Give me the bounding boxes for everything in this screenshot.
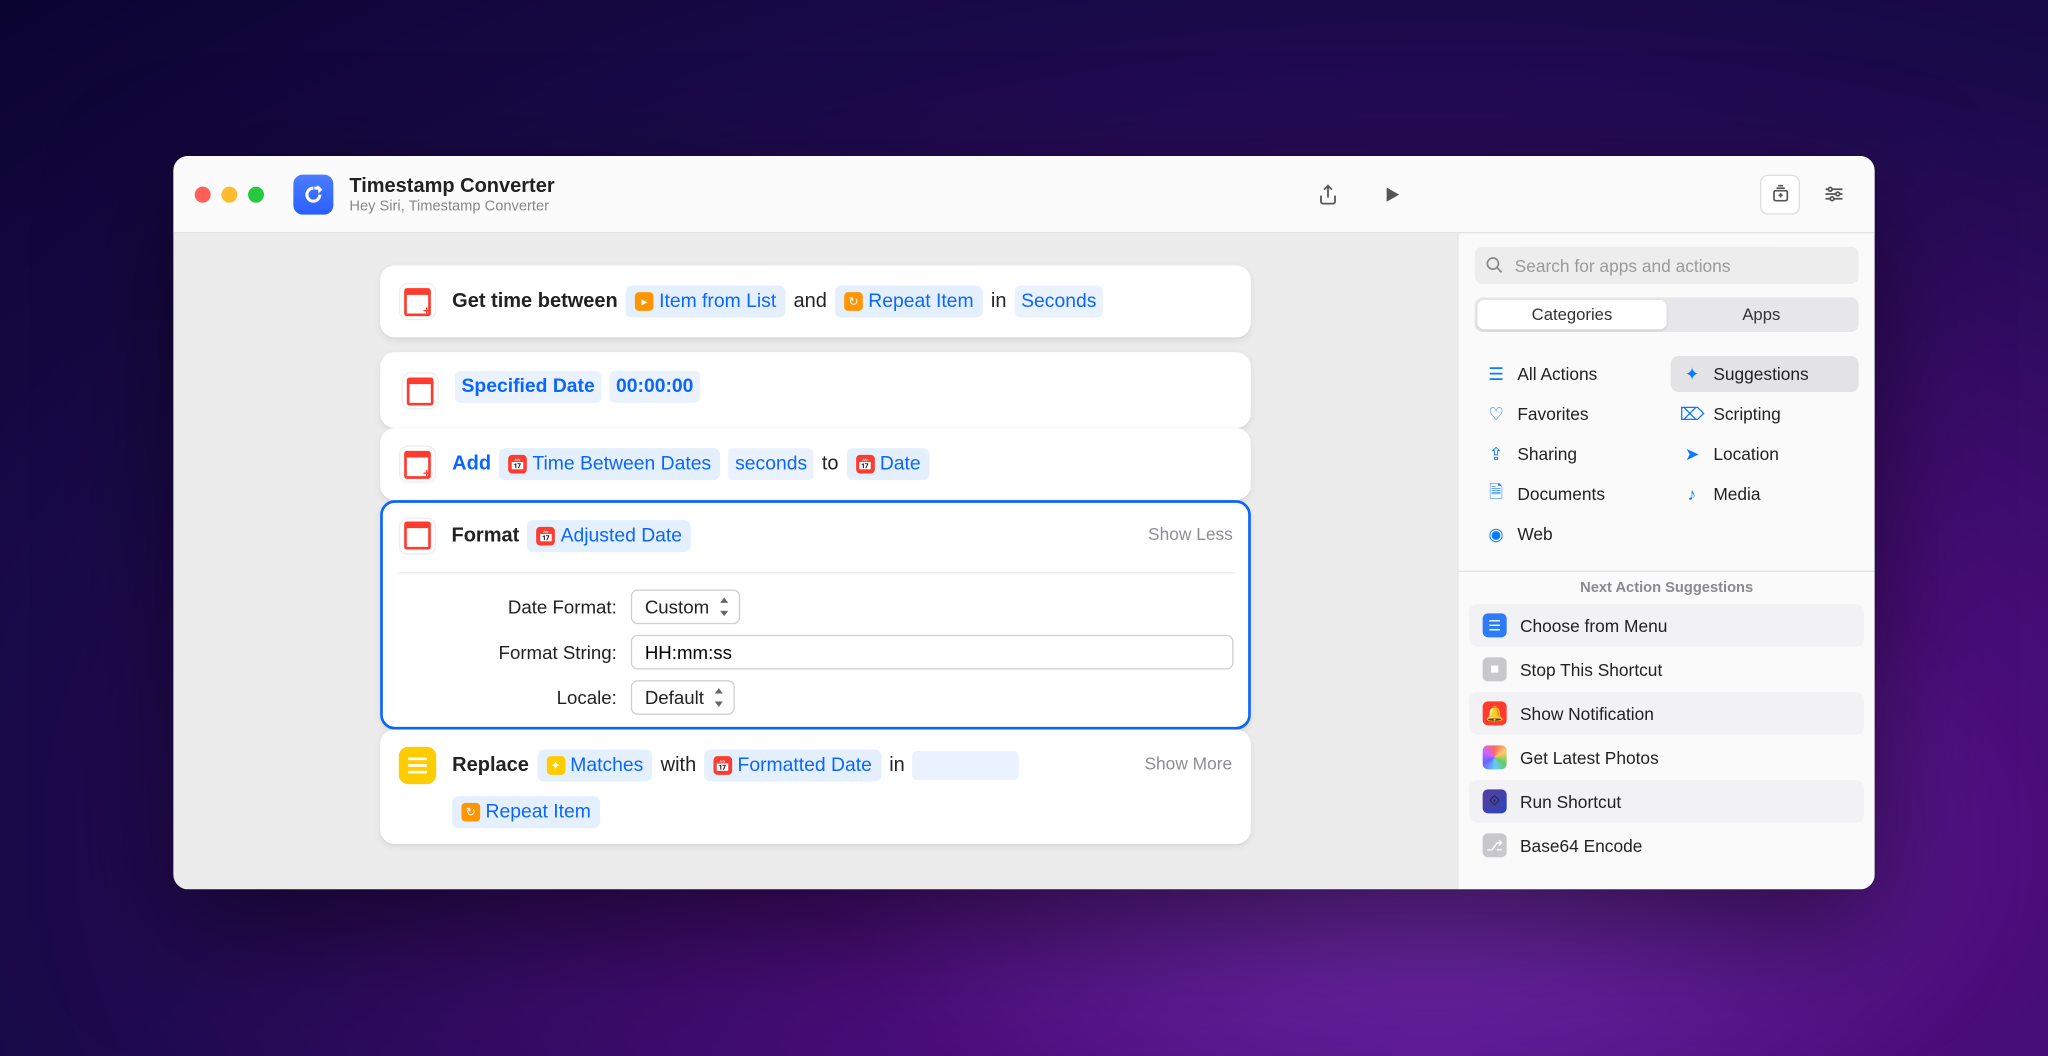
date-format-label: Date Format: <box>398 595 630 616</box>
cat-documents[interactable]: 🗎Documents <box>1475 476 1663 512</box>
param-date[interactable]: 📅Date <box>846 448 930 480</box>
locale-select[interactable]: Default <box>630 679 734 714</box>
calendar-icon <box>398 517 435 554</box>
action-verb: Format <box>451 515 519 555</box>
tab-categories[interactable]: Categories <box>1477 300 1666 329</box>
action-verb[interactable]: Add <box>452 444 491 484</box>
sugg-run-shortcut[interactable]: ⟐Run Shortcut <box>1469 780 1864 823</box>
cat-scripting[interactable]: ⌦Scripting <box>1671 396 1859 432</box>
settings-icon[interactable] <box>1813 174 1853 214</box>
shortcut-color-icon <box>293 174 333 214</box>
toolbar: Timestamp Converter Hey Siri, Timestamp … <box>173 156 1874 233</box>
cat-suggestions[interactable]: ✦Suggestions <box>1671 356 1859 392</box>
shortcut-title[interactable]: Timestamp Converter <box>349 174 1286 197</box>
action-editor[interactable]: Get time between ▸Item from List and ↻Re… <box>173 233 1457 889</box>
cat-favorites[interactable]: ♡Favorites <box>1475 396 1663 432</box>
cat-media[interactable]: ♪Media <box>1671 476 1859 512</box>
param-matches[interactable]: ✦Matches <box>537 749 653 781</box>
action-library-sidebar: Categories Apps ☰All Actions ✦Suggestion… <box>1457 233 1874 889</box>
param-unit[interactable]: Seconds <box>1014 285 1103 317</box>
calendar-add-icon <box>399 283 436 320</box>
category-grid: ☰All Actions ✦Suggestions ♡Favorites ⌦Sc… <box>1459 348 1875 571</box>
action-specified-date[interactable]: Specified Date 00:00:00 <box>380 352 1251 428</box>
format-string-label: Format String: <box>398 641 630 662</box>
sugg-base64-encode[interactable]: ⎇Base64 Encode <box>1469 824 1864 867</box>
sugg-stop-shortcut[interactable]: ■Stop This Shortcut <box>1469 648 1864 691</box>
calendar-add-icon <box>399 445 436 482</box>
share-button[interactable] <box>1305 171 1350 216</box>
cat-all-actions[interactable]: ☰All Actions <box>1475 356 1663 392</box>
sugg-latest-photos[interactable]: Get Latest Photos <box>1469 736 1864 779</box>
note-icon <box>399 747 436 784</box>
action-replace-text[interactable]: Replace ✦Matches with 📅Formatted Date in… <box>380 729 1251 844</box>
show-more-toggle[interactable]: Show More <box>1144 753 1232 773</box>
shortcuts-editor-window: Timestamp Converter Hey Siri, Timestamp … <box>173 156 1874 889</box>
cat-sharing[interactable]: ⇪Sharing <box>1475 436 1663 472</box>
suggestion-list: ☰Choose from Menu ■Stop This Shortcut 🔔S… <box>1459 604 1875 889</box>
specified-date-token[interactable]: Specified Date <box>455 371 602 403</box>
sugg-show-notification[interactable]: 🔔Show Notification <box>1469 692 1864 735</box>
window-controls <box>195 186 264 202</box>
tab-apps[interactable]: Apps <box>1667 300 1856 329</box>
zoom-window[interactable] <box>248 186 264 202</box>
next-action-header: Next Action Suggestions <box>1459 571 1875 604</box>
action-verb: Get time between <box>452 281 618 321</box>
search-input[interactable] <box>1475 247 1859 284</box>
sugg-choose-from-menu[interactable]: ☰Choose from Menu <box>1469 604 1864 647</box>
close-window[interactable] <box>195 186 211 202</box>
shortcut-subtitle: Hey Siri, Timestamp Converter <box>349 198 1286 214</box>
param-repeat-item[interactable]: ↻Repeat Item <box>835 285 983 317</box>
param-formatted-date[interactable]: 📅Formatted Date <box>704 749 881 781</box>
param-repeat-item[interactable]: ↻Repeat Item <box>452 796 600 828</box>
cat-web[interactable]: ◉Web <box>1475 516 1663 552</box>
action-get-time-between[interactable]: Get time between ▸Item from List and ↻Re… <box>380 265 1251 337</box>
locale-label: Locale: <box>398 686 630 707</box>
action-format-date[interactable]: Format 📅Adjusted Date Show Less Date For… <box>380 500 1251 729</box>
minimize-window[interactable] <box>221 186 237 202</box>
action-verb: Replace <box>452 745 529 785</box>
action-add-time[interactable]: Add 📅Time Between Dates seconds to 📅Date <box>380 428 1251 500</box>
date-format-select[interactable]: Custom <box>630 589 740 624</box>
format-string-input[interactable] <box>630 634 1233 669</box>
library-tabs: Categories Apps <box>1475 297 1859 332</box>
param-unit[interactable]: seconds <box>728 448 813 480</box>
calendar-icon <box>401 372 438 409</box>
title-block: Timestamp Converter Hey Siri, Timestamp … <box>349 174 1286 214</box>
show-less-toggle[interactable]: Show Less <box>1148 523 1233 543</box>
time-value[interactable]: 00:00:00 <box>609 371 700 403</box>
param-time-between-dates[interactable]: 📅Time Between Dates <box>499 448 720 480</box>
format-options: Date Format: Custom Format String: <box>398 571 1233 714</box>
cat-location[interactable]: ➤Location <box>1671 436 1859 472</box>
param-item-from-list[interactable]: ▸Item from List <box>626 285 786 317</box>
param-adjusted-date[interactable]: 📅Adjusted Date <box>527 519 691 551</box>
param-empty[interactable] <box>913 751 1020 780</box>
library-icon[interactable] <box>1760 174 1800 214</box>
run-button[interactable] <box>1369 171 1414 216</box>
